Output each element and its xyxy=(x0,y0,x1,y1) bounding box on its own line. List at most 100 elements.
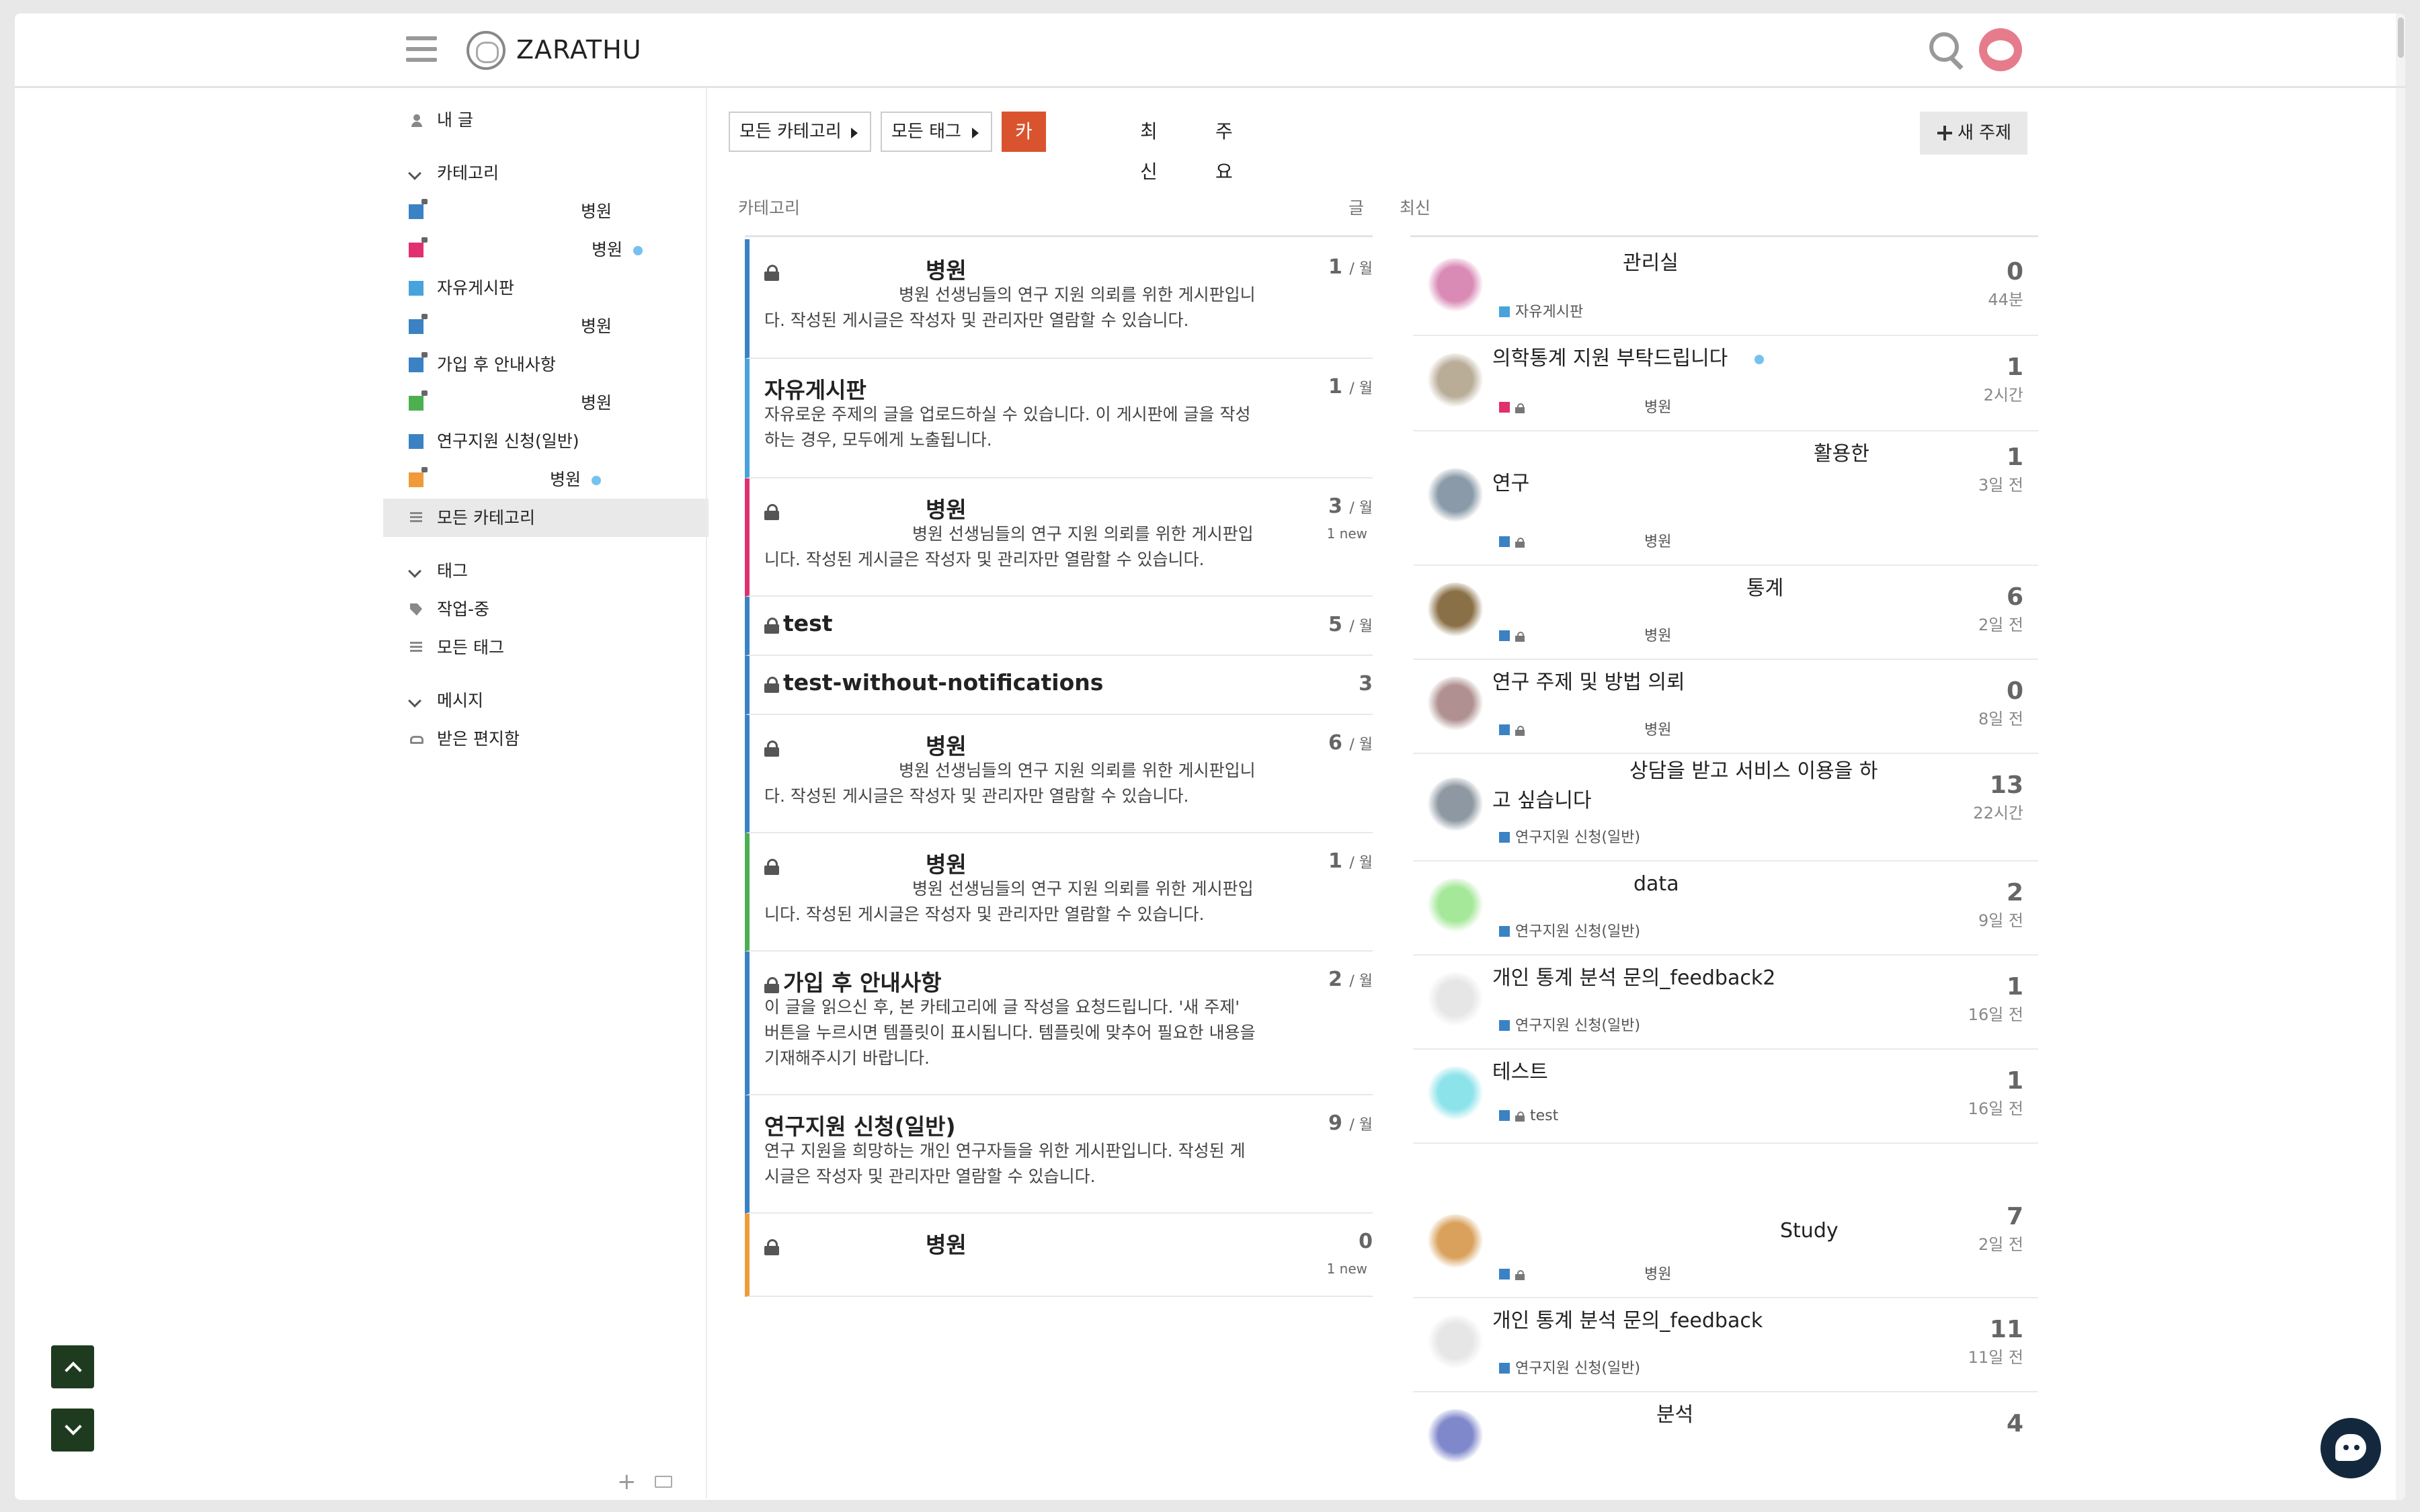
topic-title-line2[interactable]: 고 싶습니다 xyxy=(1492,786,1592,816)
topic-category[interactable]: 병원 xyxy=(1499,624,1671,645)
search-icon[interactable] xyxy=(1929,32,1964,71)
tab-latest[interactable]: 최신 xyxy=(1140,112,1158,183)
topic-row[interactable]: 개인 통계 분석 문의_feedback 연구지원 신청(일반) 11 11일 전 xyxy=(1413,1297,2038,1392)
sidebar-item-category[interactable]: 병원 xyxy=(383,384,709,422)
all-categories-dropdown[interactable]: 모든 카테고리 xyxy=(729,112,871,152)
category-name[interactable]: 병원 xyxy=(764,847,1373,878)
topic-row[interactable]: 연구 주제 및 방법 의뢰 병원 0 8일 전 xyxy=(1413,659,2038,754)
new-topic-button[interactable]: 새 주제 xyxy=(1920,112,2027,155)
topic-avatar[interactable] xyxy=(1426,1066,1484,1124)
topic-title[interactable]: 상담을 받고 서비스 이용을 하 xyxy=(1629,757,1878,786)
category-row[interactable]: 병원병원 선생님들의 연구 지원 의뢰를 위한 게시판입니다. 작성된 게시글은… xyxy=(745,478,1373,597)
sidebar-item-category[interactable]: 자유게시판 xyxy=(383,269,709,307)
topic-row[interactable]: 테스트 test 1 16일 전 xyxy=(1413,1048,2038,1144)
topic-title[interactable]: 활용한 xyxy=(1814,439,1869,469)
topic-avatar[interactable] xyxy=(1426,353,1484,411)
topic-avatar[interactable] xyxy=(1426,878,1484,936)
topic-avatar[interactable] xyxy=(1426,677,1484,734)
sidebar-item-category[interactable]: 병원 xyxy=(383,460,709,499)
posts-column-header[interactable]: 글 xyxy=(1348,195,1364,219)
brand-name[interactable]: ZARATHU xyxy=(516,35,642,65)
topic-title[interactable]: 개인 통계 분석 문의_feedback2 xyxy=(1492,964,1775,993)
sidebar-item-my-posts[interactable]: 내 글 xyxy=(383,101,709,139)
sidebar-section-tags[interactable]: 태그 xyxy=(383,552,709,590)
topic-title[interactable]: 의학통계 지원 부탁드립니다 xyxy=(1492,344,1728,374)
sidebar-item-category[interactable]: 병원 xyxy=(383,307,709,345)
topic-title[interactable]: 테스트 xyxy=(1492,1058,1548,1087)
user-avatar[interactable] xyxy=(1979,28,2022,71)
topic-avatar[interactable] xyxy=(1426,1409,1484,1467)
category-row[interactable]: 연구지원 신청(일반) 연구 지원을 희망하는 개인 연구자들을 위한 게시판입니… xyxy=(745,1095,1373,1214)
topic-avatar[interactable] xyxy=(1426,468,1484,526)
category-name[interactable]: 병원 xyxy=(764,1227,1373,1258)
topic-category[interactable]: 연구지원 신청(일반) xyxy=(1499,919,1640,941)
keyboard-shortcuts-icon[interactable] xyxy=(655,1476,672,1488)
chevron-down-icon[interactable] xyxy=(408,694,421,708)
category-name[interactable]: 가입 후 안내사항 xyxy=(764,965,1373,996)
scroll-down-button[interactable] xyxy=(51,1409,94,1452)
sidebar-section-categories[interactable]: 카테고리 xyxy=(383,154,709,192)
category-row[interactable]: 병원병원 선생님들의 연구 지원 의뢰를 위한 게시판입니다. 작성된 게시글은… xyxy=(745,239,1373,359)
topic-category[interactable]: 병원 xyxy=(1499,718,1671,739)
category-name[interactable]: test xyxy=(764,610,1373,640)
category-name[interactable]: 병원 xyxy=(764,728,1373,759)
topic-row[interactable]: 상담을 받고 서비스 이용을 하고 싶습니다 연구지원 신청(일반) 13 22시간 xyxy=(1413,753,2038,862)
chevron-down-icon[interactable] xyxy=(408,564,421,578)
topic-row[interactable]: 통계 병원 6 2일 전 xyxy=(1413,564,2038,660)
category-row[interactable]: 병원병원 선생님들의 연구 지원 의뢰를 위한 게시판입니다. 작성된 게시글은… xyxy=(745,715,1373,833)
topic-category[interactable]: 연구지원 신청(일반) xyxy=(1499,1013,1640,1035)
category-row[interactable]: test-without-notifications 3 xyxy=(745,656,1373,715)
topic-row[interactable]: 관리실 자유게시판 0 44분 xyxy=(1413,239,2038,336)
topic-title[interactable]: Study xyxy=(1780,1216,1839,1246)
topic-row[interactable]: 활용한 연구 병원 1 3일 전 xyxy=(1413,430,2038,566)
topic-category[interactable]: 연구지원 신청(일반) xyxy=(1499,825,1640,847)
topic-category[interactable]: test xyxy=(1499,1107,1558,1124)
scrollbar[interactable] xyxy=(2396,13,2405,1500)
topic-title[interactable]: 개인 통계 분석 문의_feedback xyxy=(1492,1306,1763,1336)
topic-title[interactable]: 분석 xyxy=(1656,1400,1693,1430)
category-name[interactable]: 병원 xyxy=(764,492,1373,523)
topic-row[interactable]: data 연구지원 신청(일반) 2 9일 전 xyxy=(1413,860,2038,956)
topic-category[interactable]: 자유게시판 xyxy=(1499,300,1583,321)
sidebar-item-category[interactable]: 병원 xyxy=(383,192,709,230)
category-row[interactable]: test 5 / 월 xyxy=(745,597,1373,656)
topic-row[interactable]: 분석 4 xyxy=(1413,1391,2038,1485)
tab-categories[interactable]: 카테고리 xyxy=(1002,112,1046,263)
sidebar-item-all-tags[interactable]: 모든 태그 xyxy=(383,628,709,667)
sidebar-section-messages[interactable]: 메시지 xyxy=(383,681,709,720)
category-name[interactable]: test-without-notifications xyxy=(764,669,1373,699)
sidebar-item-category[interactable]: 병원 xyxy=(383,230,709,269)
topic-title[interactable]: 통계 xyxy=(1746,574,1783,603)
tab-top[interactable]: 주요 xyxy=(1215,112,1233,183)
add-section-icon[interactable]: + xyxy=(617,1470,637,1493)
latest-column-header[interactable]: 최신 xyxy=(1400,195,1430,219)
sidebar-item-tag-wip[interactable]: 작업-중 xyxy=(383,590,709,628)
sidebar-item-category[interactable]: 연구지원 신청(일반) xyxy=(383,422,709,460)
scroll-up-button[interactable] xyxy=(51,1345,94,1388)
sidebar-item-inbox[interactable]: 받은 편지함 xyxy=(383,720,709,758)
category-row[interactable]: 병원병원 선생님들의 연구 지원 의뢰를 위한 게시판입니다. 작성된 게시글은… xyxy=(745,833,1373,952)
category-name[interactable]: 자유게시판 xyxy=(764,372,1373,403)
topic-title[interactable]: data xyxy=(1634,870,1679,899)
topic-row[interactable]: Study 병원 7 2일 전 xyxy=(1413,1189,2038,1298)
logo-icon[interactable] xyxy=(467,31,506,70)
topic-avatar[interactable] xyxy=(1426,972,1484,1030)
category-row[interactable]: 자유게시판 자유로운 주제의 글을 업로드하실 수 있습니다. 이 게시판에 글을… xyxy=(745,359,1373,478)
topic-avatar[interactable] xyxy=(1426,583,1484,640)
category-row[interactable]: 가입 후 안내사항 이 글을 읽으신 후, 본 카테고리에 글 작성을 요청드립니… xyxy=(745,952,1373,1095)
topic-row[interactable]: 의학통계 지원 부탁드립니다 병원 1 2시간 xyxy=(1413,335,2038,431)
sidebar-item-all-categories[interactable]: 모든 카테고리 xyxy=(383,499,709,537)
topic-row[interactable]: 개인 통계 분석 문의_feedback2 연구지원 신청(일반) 1 16일 전 xyxy=(1413,954,2038,1050)
sidebar-item-category[interactable]: 가입 후 안내사항 xyxy=(383,345,709,384)
topic-avatar[interactable] xyxy=(1426,778,1484,835)
topic-category[interactable]: 연구지원 신청(일반) xyxy=(1499,1356,1640,1378)
category-column-header[interactable]: 카테고리 xyxy=(738,195,800,219)
topic-title-line2[interactable]: 연구 xyxy=(1492,469,1529,499)
hamburger-menu-icon[interactable] xyxy=(406,36,437,63)
topic-avatar[interactable] xyxy=(1426,1214,1484,1272)
topic-title[interactable]: 관리실 xyxy=(1623,249,1679,278)
all-tags-dropdown[interactable]: 모든 태그 xyxy=(881,112,992,152)
topic-category[interactable]: 병원 xyxy=(1499,395,1671,417)
chat-button[interactable] xyxy=(2321,1418,2381,1478)
topic-avatar[interactable] xyxy=(1426,258,1484,316)
